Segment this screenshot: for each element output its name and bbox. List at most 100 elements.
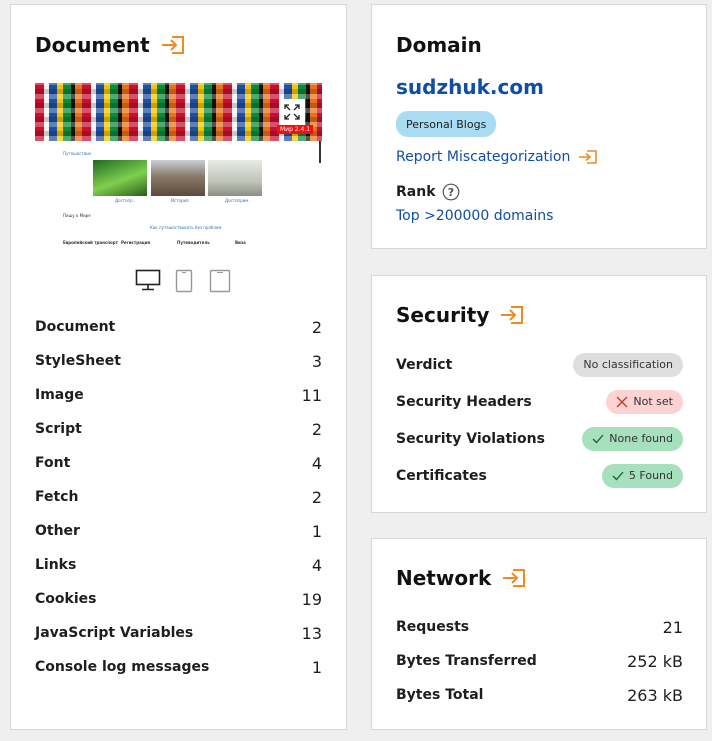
close-icon	[616, 396, 628, 407]
check-icon	[612, 471, 624, 480]
stat-row: Image 11	[35, 378, 322, 412]
security-row-verdict: Verdict No classification	[396, 346, 683, 383]
security-list: Verdict No classification Security Heade…	[396, 346, 683, 494]
preview-nav-link: Путешествие	[63, 151, 92, 156]
security-header: Security	[396, 303, 525, 327]
domain-header: Domain	[396, 33, 482, 57]
network-card: Network Requests 21 Bytes Transferred 252 …	[371, 538, 707, 730]
document-header: Document	[35, 33, 186, 57]
stat-row: Cookies 19	[35, 582, 322, 616]
report-miscategorization-link[interactable]: Report Miscategorization	[396, 149, 598, 165]
preview-photo-3	[208, 160, 262, 196]
stat-label: Links	[35, 557, 77, 573]
preview-footer-3: Путеводитель	[177, 240, 210, 245]
desktop-icon[interactable]	[135, 269, 161, 291]
stat-label: Document	[35, 319, 116, 335]
preview-footer-1: Европейский транспорт	[63, 240, 118, 245]
domain-link[interactable]: sudzhuk.com	[396, 75, 544, 99]
rank-value[interactable]: Top >200000 domains	[396, 208, 553, 224]
enter-icon[interactable]	[501, 567, 527, 589]
preview-photo-1	[93, 160, 147, 196]
help-icon[interactable]: ?	[442, 183, 460, 201]
security-card: Security Verdict No classification Secur…	[371, 275, 707, 513]
stat-value: 2	[311, 317, 322, 337]
stat-row: Links 4	[35, 548, 322, 582]
stat-row: Fetch 2	[35, 480, 322, 514]
stat-value: 3	[311, 351, 322, 371]
network-label: Requests	[396, 619, 470, 635]
network-title: Network	[396, 566, 492, 590]
page-screenshot-thumbnail[interactable]: Мир 2.4.1 Путешествие Достопр. История Д…	[35, 83, 322, 247]
preview-footer-4: Виза	[235, 240, 246, 245]
stat-label: Fetch	[35, 489, 79, 505]
verdict-label: Verdict	[396, 356, 453, 373]
network-row: Requests 21	[396, 610, 683, 644]
headers-badge-text: Not set	[633, 395, 673, 408]
preview-caption-2: История	[171, 198, 189, 203]
network-value: 252 kB	[627, 651, 683, 671]
stat-row: Console log messages 1	[35, 650, 322, 684]
check-icon	[592, 434, 604, 443]
stat-value: 13	[301, 623, 322, 643]
document-title: Document	[35, 33, 150, 57]
document-card: Document Мир 2.4.1 Путешествие Достопр. …	[10, 4, 347, 730]
preview-text-2: Как путешествовать без проблем	[150, 225, 222, 230]
category-badge: Personal Blogs	[396, 111, 497, 137]
stat-row: Other 1	[35, 514, 322, 548]
security-title: Security	[396, 303, 490, 327]
network-row: Bytes Transferred 252 kB	[396, 644, 683, 678]
stat-label: JavaScript Variables	[35, 625, 194, 641]
domain-title: Domain	[396, 33, 482, 57]
expand-icon[interactable]	[279, 99, 305, 125]
stat-label: Console log messages	[35, 659, 210, 675]
security-row-violations: Security Violations None found	[396, 420, 683, 457]
network-label: Bytes Total	[396, 687, 484, 703]
stat-row: Script 2	[35, 412, 322, 446]
stat-value: 2	[311, 419, 322, 439]
preview-photo-2	[151, 160, 205, 196]
stat-value: 1	[311, 521, 322, 541]
stat-row: Font 4	[35, 446, 322, 480]
network-list: Requests 21 Bytes Transferred 252 kB Bytes…	[396, 610, 683, 712]
preview-badge: Мир 2.4.1	[277, 125, 314, 134]
stat-row: StyleSheet 3	[35, 344, 322, 378]
certificates-label: Certificates	[396, 467, 487, 484]
headers-badge: Not set	[606, 389, 683, 414]
stat-value: 4	[311, 555, 322, 575]
domain-card: Domain sudzhuk.com Personal Blogs Report…	[371, 4, 707, 249]
rank-label: Rank ?	[396, 183, 460, 201]
stat-value: 4	[311, 453, 322, 473]
svg-text:?: ?	[447, 186, 453, 199]
stat-row: Document 2	[35, 310, 322, 344]
stat-value: 1	[311, 657, 322, 677]
violations-badge: None found	[582, 426, 683, 451]
document-stats-list: Document 2 StyleSheet 3 Image 11 Script 2 Fo…	[35, 310, 322, 684]
verdict-badge: No classification	[573, 352, 683, 377]
network-label: Bytes Transferred	[396, 653, 537, 669]
stat-value: 19	[301, 589, 322, 609]
headers-label: Security Headers	[396, 393, 532, 410]
certificates-badge[interactable]: 5 Found	[601, 463, 683, 488]
preview-caption-3: Достоприм.	[225, 198, 250, 203]
stat-row: JavaScript Variables 13	[35, 616, 322, 650]
stat-label: Image	[35, 387, 84, 403]
security-row-headers: Security Headers Not set	[396, 383, 683, 420]
enter-icon[interactable]	[160, 34, 186, 56]
stat-value: 11	[301, 385, 322, 405]
enter-icon	[579, 150, 598, 164]
tablet-icon[interactable]	[175, 269, 193, 293]
stat-label: Other	[35, 523, 80, 539]
phone-icon[interactable]	[209, 269, 231, 293]
enter-icon[interactable]	[499, 304, 525, 326]
violations-label: Security Violations	[396, 430, 545, 447]
stat-label: Cookies	[35, 591, 97, 607]
stat-value: 2	[311, 487, 322, 507]
preview-footer-2: Регистрация	[121, 240, 151, 245]
violations-badge-text: None found	[609, 432, 673, 445]
thumbnail-edge	[319, 141, 321, 163]
stat-label: StyleSheet	[35, 353, 121, 369]
stat-label: Font	[35, 455, 71, 471]
preview-caption-1: Достопр.	[115, 198, 134, 203]
certificates-badge-text: 5 Found	[628, 469, 673, 482]
network-value: 263 kB	[627, 685, 683, 705]
